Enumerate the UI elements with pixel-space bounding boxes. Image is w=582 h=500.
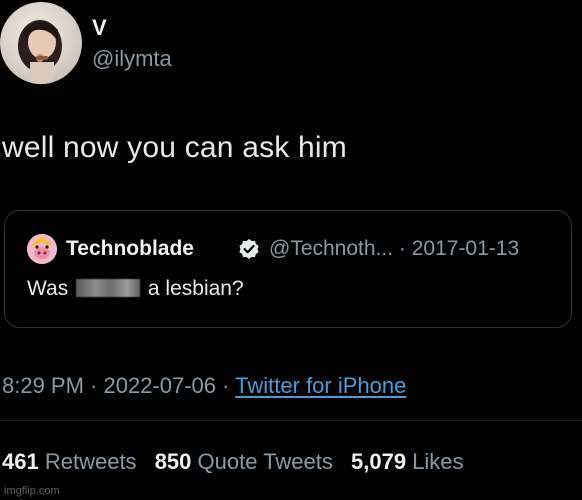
- tweet-text: well now you can ask him: [2, 131, 347, 164]
- divider: [0, 420, 582, 421]
- quote-tweets-label: Quote Tweets: [197, 449, 333, 474]
- likes-label: Likes: [412, 449, 464, 474]
- author-handle[interactable]: @ilymta: [92, 46, 172, 72]
- quoted-tweet[interactable]: Technoblade @Technoth... · 2017-01-13 Wa…: [4, 210, 572, 328]
- author-display-name[interactable]: V: [92, 16, 107, 40]
- censored-word: [76, 279, 141, 297]
- retweets-count: 461: [2, 449, 39, 474]
- quoted-avatar[interactable]: [27, 234, 57, 264]
- watermark: imgflip.com: [4, 485, 60, 497]
- quote-tweets-count: 850: [154, 449, 192, 474]
- quoted-tweet-text: Was a lesbian?: [27, 275, 244, 303]
- quoted-text-after: a lesbian?: [147, 277, 244, 300]
- retweets-label: Retweets: [44, 449, 137, 474]
- tweet-card: V @ilymta well now you can ask him Techn…: [0, 0, 582, 500]
- tweet-source-link[interactable]: Twitter for iPhone: [235, 373, 406, 398]
- verified-badge-icon: [238, 238, 260, 260]
- likes-stat[interactable]: 5,079 Likes: [351, 449, 464, 474]
- quote-tweets-stat[interactable]: 850 Quote Tweets: [155, 449, 333, 474]
- author-avatar[interactable]: [0, 2, 82, 84]
- retweets-stat[interactable]: 461 Retweets: [2, 449, 137, 474]
- likes-count: 5,079: [351, 449, 407, 474]
- quoted-text-before: Was: [27, 277, 69, 300]
- quoted-handle-date[interactable]: @Technoth... · 2017-01-13: [269, 237, 519, 261]
- tweet-stats: 461 Retweets 850 Quote Tweets 5,079 Like…: [2, 448, 476, 476]
- tweet-timestamp[interactable]: 8:29 PM · 2022-07-06 ·: [2, 373, 235, 398]
- quoted-display-name[interactable]: Technoblade: [66, 237, 194, 261]
- tweet-meta: 8:29 PM · 2022-07-06 · Twitter for iPhon…: [2, 372, 406, 400]
